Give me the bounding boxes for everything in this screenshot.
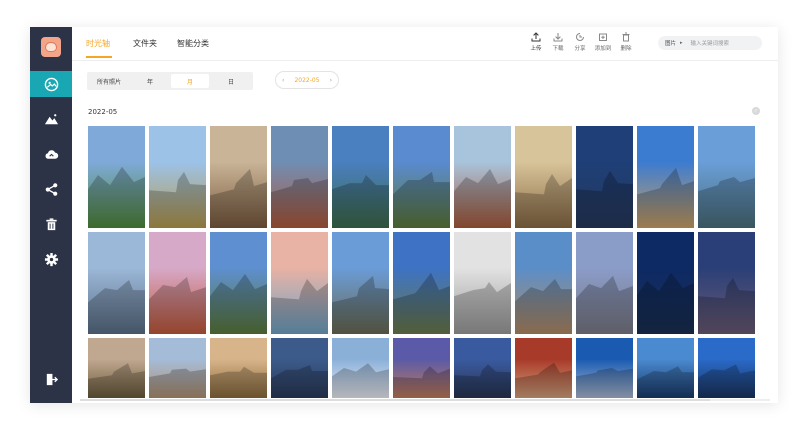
photo-thumbnail-palace-garden[interactable] — [88, 126, 145, 228]
sidebar-item-share[interactable] — [30, 176, 72, 202]
tab-smart-categories[interactable]: 智能分类 — [177, 38, 209, 49]
photo-thumbnail-dancing-house[interactable] — [576, 232, 633, 334]
segment-month[interactable]: 月 — [171, 74, 209, 88]
next-month-button[interactable]: › — [330, 77, 332, 84]
current-date: 2022-05 — [294, 76, 320, 84]
photo-thumbnail-santorini[interactable] — [332, 338, 389, 398]
photo-thumbnail-balloons-canyon[interactable] — [454, 126, 511, 228]
delete-button[interactable]: 删除 — [615, 32, 637, 52]
delete-icon — [622, 32, 630, 42]
prev-month-button[interactable]: ‹ — [282, 77, 284, 84]
brain-icon — [45, 42, 57, 52]
mountain-icon — [44, 113, 58, 124]
add-to-button[interactable]: 添加到 — [592, 32, 614, 52]
app-window: 时光轴 文件夹 智能分类 上传 下载 分享 添加到 删除 图片 ▸ 输入关键词搜… — [30, 27, 778, 403]
share-button[interactable]: 分享 — [569, 32, 591, 52]
segment-year[interactable]: 年 — [131, 74, 169, 88]
search-scope[interactable]: 图片 — [665, 39, 676, 47]
photo-thumbnail-cliff-castle[interactable] — [332, 232, 389, 334]
photo-thumbnail-tv-tower-night[interactable] — [576, 126, 633, 228]
segment-all-photos[interactable]: 所有照片 — [89, 74, 129, 88]
photo-thumbnail-ice-sea[interactable] — [271, 232, 328, 334]
photo-thumbnail-snow-mountain[interactable] — [576, 338, 633, 398]
sidebar-item-settings[interactable] — [30, 246, 72, 272]
photo-thumbnail-pagoda-lake[interactable] — [698, 126, 755, 228]
photo-thumbnail-cottage-clouds[interactable] — [393, 232, 450, 334]
logout-icon — [46, 373, 58, 385]
sidebar-item-photos[interactable] — [30, 71, 72, 97]
logout-button[interactable] — [30, 366, 72, 392]
photo-thumbnail-colorful-town[interactable] — [271, 126, 328, 228]
add-to-icon — [599, 33, 607, 41]
tab-active-indicator — [86, 56, 112, 58]
sidebar-item-scenery[interactable] — [30, 106, 72, 132]
upload-button[interactable]: 上传 — [525, 32, 547, 52]
photo-thumbnail-temple-spire[interactable] — [88, 338, 145, 398]
sidebar-item-trash[interactable] — [30, 211, 72, 237]
tab-folders[interactable]: 文件夹 — [133, 38, 157, 49]
photo-thumbnail-tree-silhouette[interactable] — [454, 338, 511, 398]
select-group-checkbox[interactable]: ✓ — [752, 107, 760, 115]
photo-thumbnail-dusk-towers[interactable] — [271, 338, 328, 398]
photo-thumbnail-skyline-reflection[interactable] — [88, 232, 145, 334]
photo-thumbnail-red-buildings[interactable] — [515, 338, 572, 398]
search-input[interactable]: 输入关键词搜索 — [691, 39, 730, 47]
horizontal-scrollbar[interactable] — [80, 399, 770, 401]
share-nodes-icon — [45, 182, 57, 196]
photo-thumbnail-hill-church[interactable] — [149, 232, 206, 334]
photo-thumbnail-waterfall[interactable] — [332, 126, 389, 228]
top-bar: 时光轴 文件夹 智能分类 上传 下载 分享 添加到 删除 图片 ▸ 输入关键词搜… — [72, 27, 778, 61]
photo-thumbnail-bay-skyline[interactable] — [637, 338, 694, 398]
photo-thumbnail-night-harbor[interactable] — [637, 232, 694, 334]
photo-thumbnail-city-lights[interactable] — [698, 232, 755, 334]
photo-thumbnail-drum-tower[interactable] — [515, 232, 572, 334]
photo-thumbnail-library-curves[interactable] — [454, 232, 511, 334]
download-button[interactable]: 下载 — [547, 32, 569, 52]
photo-thumbnail-blue-skyscrapers[interactable] — [698, 338, 755, 398]
search-box[interactable]: 图片 ▸ 输入关键词搜索 — [658, 36, 762, 50]
photos-icon — [44, 77, 58, 91]
view-granularity-control: 所有照片 年 月 日 — [87, 72, 253, 90]
photo-thumbnail-alpine-village[interactable] — [149, 126, 206, 228]
segment-day[interactable]: 日 — [211, 74, 251, 88]
app-logo — [41, 37, 61, 57]
tab-timeline[interactable]: 时光轴 — [86, 38, 110, 49]
date-navigator: ‹ 2022-05 › — [275, 71, 339, 89]
photo-thumbnail-machu-picchu[interactable] — [393, 126, 450, 228]
photo-thumbnail-purple-sky-roof[interactable] — [393, 338, 450, 398]
photo-thumbnail-domed-city[interactable] — [210, 126, 267, 228]
sidebar — [30, 27, 72, 403]
trash-icon — [45, 217, 57, 230]
photo-thumbnail-sunset-palace[interactable] — [210, 338, 267, 398]
gear-icon — [44, 252, 58, 266]
photo-thumbnail-coastal-town[interactable] — [637, 126, 694, 228]
group-title: 2022-05 — [88, 108, 118, 116]
photo-thumbnail-vatican-dome[interactable] — [149, 338, 206, 398]
caret-right-icon: ▸ — [680, 40, 683, 46]
photo-thumbnail-castle-garden[interactable] — [210, 232, 267, 334]
sidebar-item-cloud[interactable] — [30, 141, 72, 167]
share-icon — [576, 33, 584, 41]
upload-icon — [531, 32, 541, 42]
scrollbar-thumb[interactable] — [80, 399, 710, 401]
cloud-icon — [45, 149, 58, 159]
download-icon — [553, 33, 563, 42]
photo-thumbnail-church-interior[interactable] — [515, 126, 572, 228]
